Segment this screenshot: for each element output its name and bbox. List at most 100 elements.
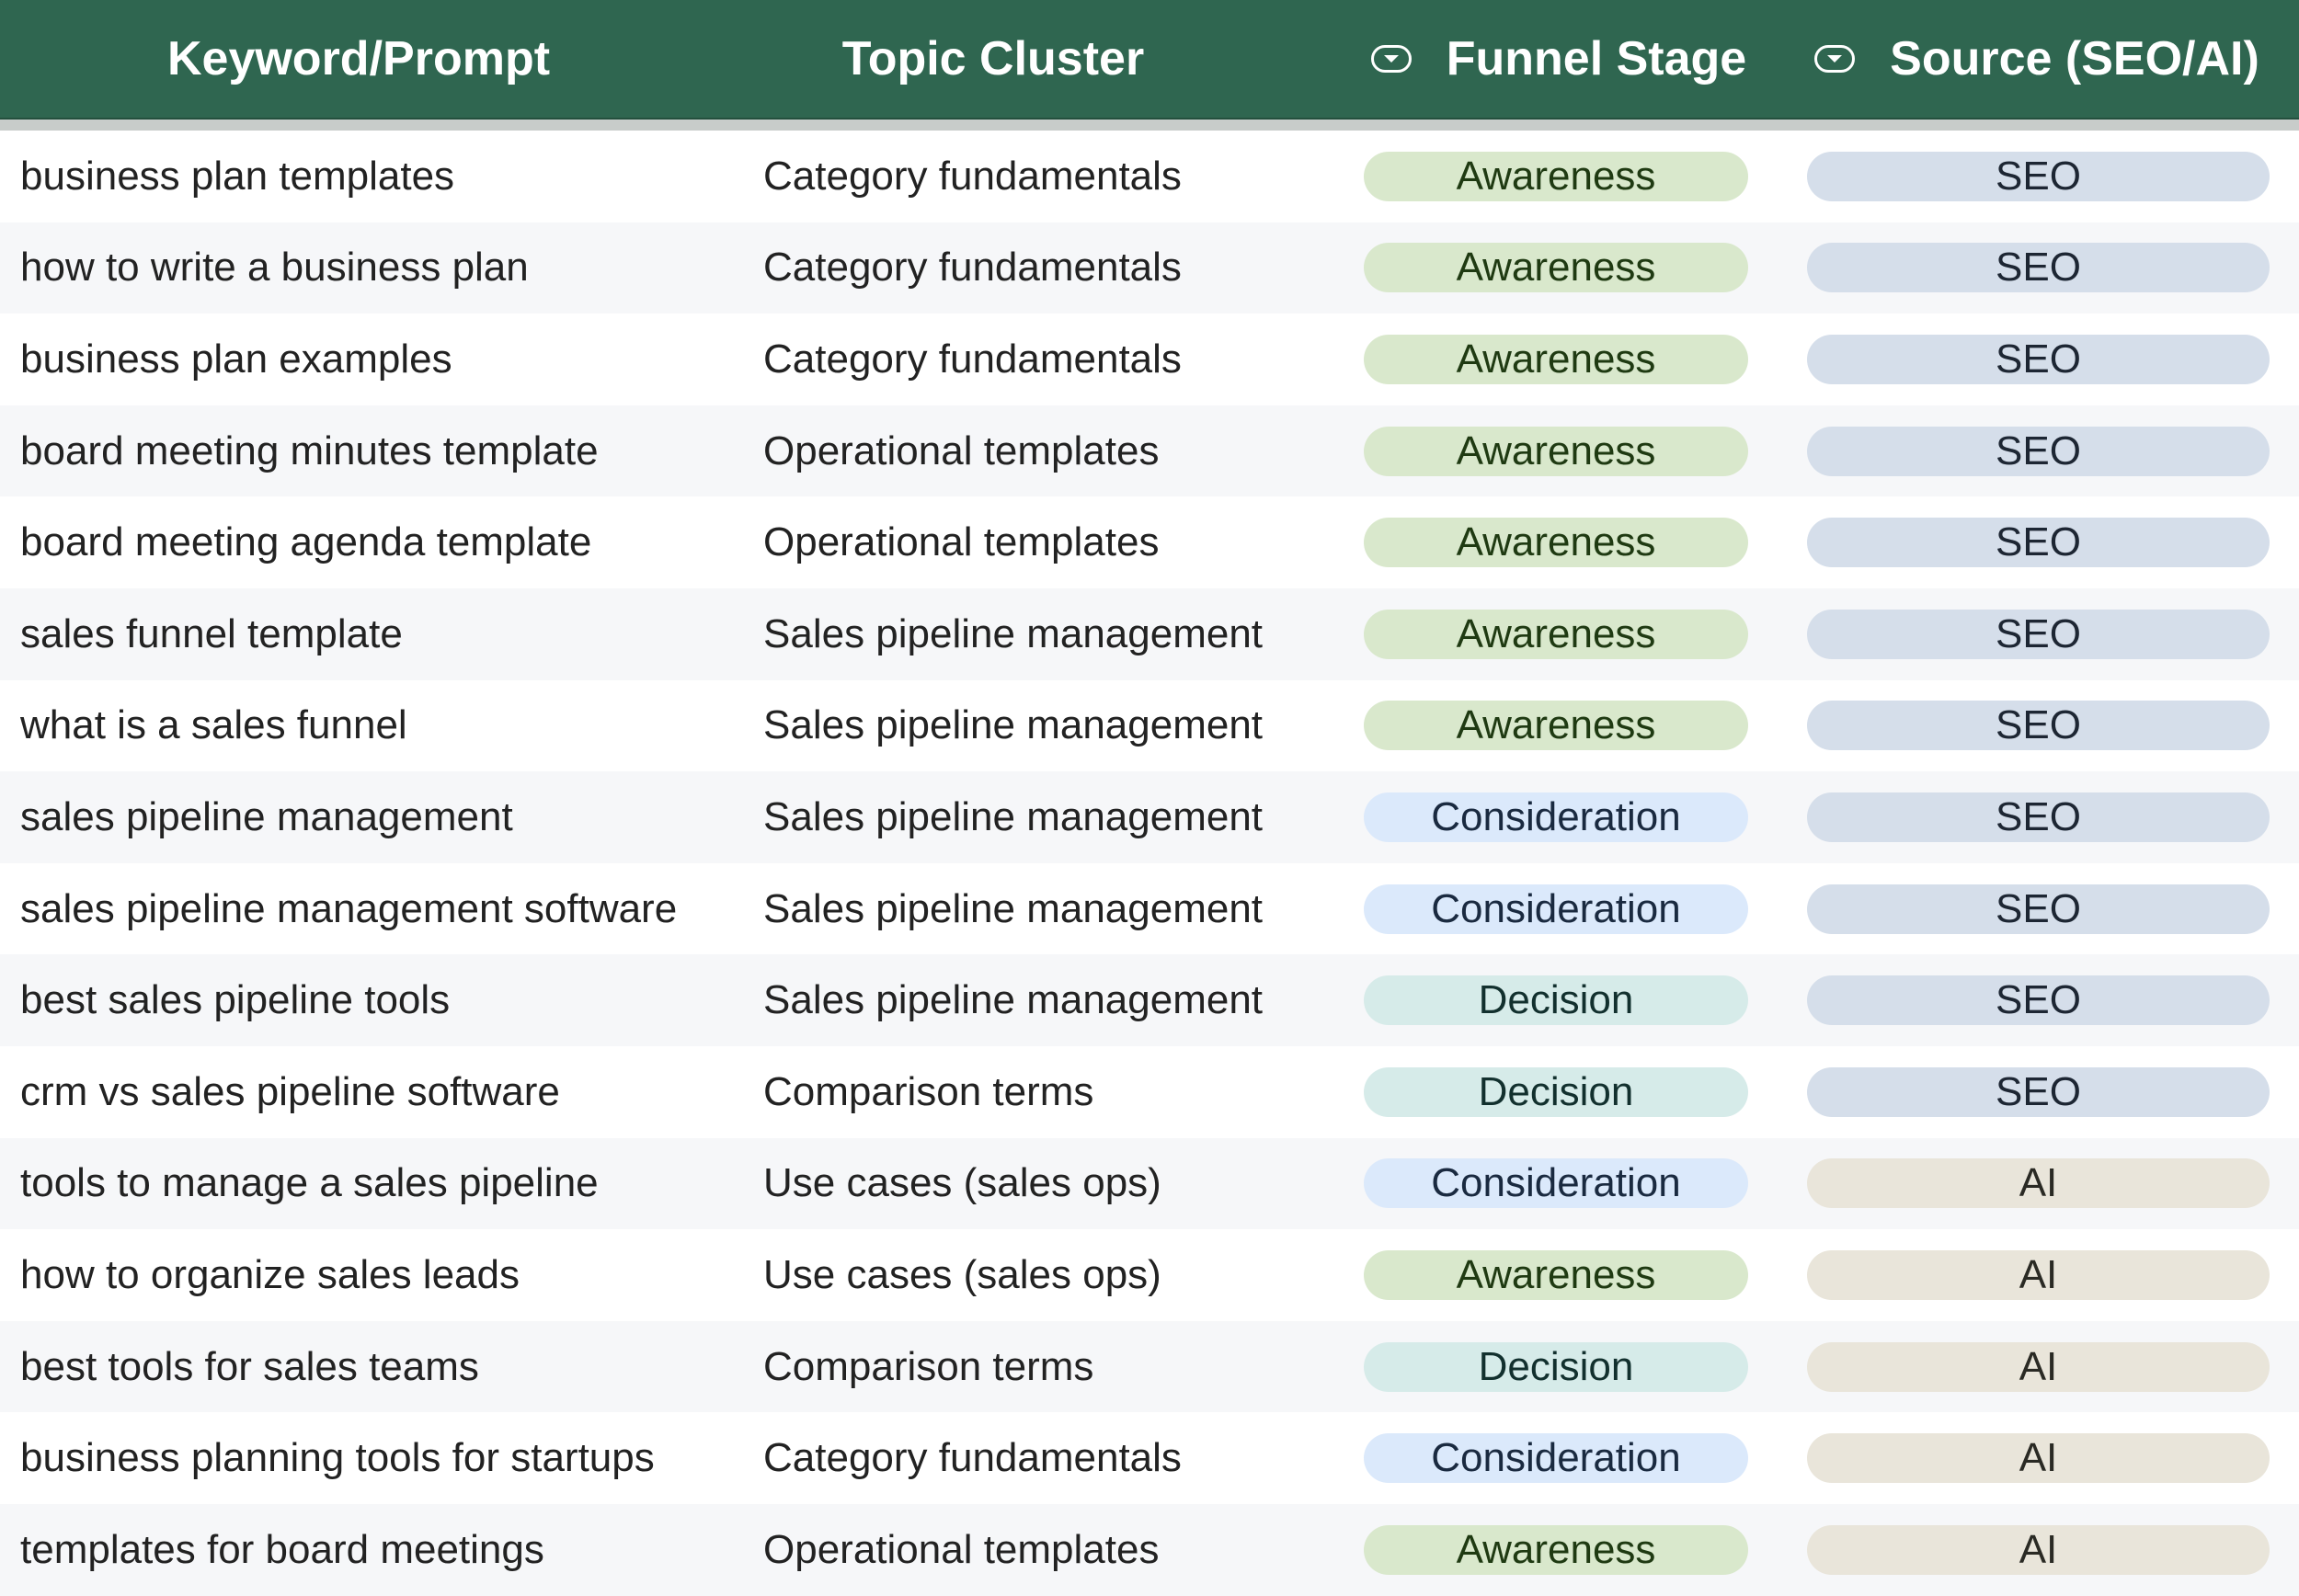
source-chip[interactable]: SEO — [1807, 334, 2270, 384]
source-chip[interactable]: SEO — [1807, 518, 2270, 568]
stage-chip[interactable]: Awareness — [1364, 701, 1748, 751]
source-cell[interactable]: AI — [1807, 1138, 2270, 1230]
stage-cell[interactable]: Awareness — [1364, 680, 1748, 772]
source-cell[interactable]: AI — [1807, 1412, 2270, 1504]
column-header-keyword[interactable]: Keyword/Prompt — [0, 0, 717, 118]
topic-cell[interactable]: Use cases (sales ops) — [763, 1229, 1352, 1321]
topic-cell[interactable]: Sales pipeline management — [763, 771, 1352, 863]
topic-cell[interactable]: Comparison terms — [763, 1046, 1352, 1138]
source-cell[interactable]: AI — [1807, 1229, 2270, 1321]
stage-chip[interactable]: Awareness — [1364, 243, 1748, 293]
keyword-cell[interactable]: sales pipeline management — [20, 771, 747, 863]
keyword-cell[interactable]: business plan examples — [20, 314, 747, 405]
source-cell[interactable]: SEO — [1807, 588, 2270, 680]
topic-cell[interactable]: Use cases (sales ops) — [763, 1138, 1352, 1230]
source-chip[interactable]: SEO — [1807, 243, 2270, 293]
source-cell[interactable]: SEO — [1807, 496, 2270, 588]
source-chip[interactable]: SEO — [1807, 884, 2270, 934]
stage-cell[interactable]: Awareness — [1364, 131, 1748, 222]
stage-cell[interactable]: Awareness — [1364, 1229, 1748, 1321]
keyword-cell[interactable]: tools to manage a sales pipeline — [20, 1138, 747, 1230]
stage-cell[interactable]: Awareness — [1364, 588, 1748, 680]
source-cell[interactable]: SEO — [1807, 680, 2270, 772]
filter-dropdown-icon[interactable] — [1814, 45, 1856, 73]
topic-cell[interactable]: Sales pipeline management — [763, 588, 1352, 680]
source-cell[interactable]: SEO — [1807, 954, 2270, 1046]
topic-cell[interactable]: Comparison terms — [763, 1321, 1352, 1413]
stage-chip[interactable]: Awareness — [1364, 151, 1748, 201]
topic-cell[interactable]: Sales pipeline management — [763, 863, 1352, 955]
source-chip[interactable]: SEO — [1807, 426, 2270, 476]
topic-cell[interactable]: Category fundamentals — [763, 314, 1352, 405]
topic-cell[interactable]: Sales pipeline management — [763, 954, 1352, 1046]
topic-cell[interactable]: Category fundamentals — [763, 222, 1352, 314]
source-chip[interactable]: SEO — [1807, 792, 2270, 842]
keyword-cell[interactable]: how to write a business plan — [20, 222, 747, 314]
source-chip[interactable]: AI — [1807, 1158, 2270, 1209]
stage-chip[interactable]: Consideration — [1364, 1433, 1748, 1484]
source-chip[interactable]: SEO — [1807, 701, 2270, 751]
source-cell[interactable]: SEO — [1807, 863, 2270, 955]
column-header-stage[interactable]: Funnel Stage — [1361, 0, 1756, 118]
stage-chip[interactable]: Consideration — [1364, 1158, 1748, 1209]
stage-chip[interactable]: Decision — [1364, 975, 1748, 1026]
stage-cell[interactable]: Awareness — [1364, 314, 1748, 405]
keyword-cell[interactable]: business planning tools for startups — [20, 1412, 747, 1504]
keyword-cell[interactable]: sales funnel template — [20, 588, 747, 680]
source-cell[interactable]: SEO — [1807, 771, 2270, 863]
stage-cell[interactable]: Awareness — [1364, 496, 1748, 588]
source-cell[interactable]: SEO — [1807, 131, 2270, 222]
stage-chip[interactable]: Decision — [1364, 1341, 1748, 1392]
topic-cell[interactable]: Operational templates — [763, 1504, 1352, 1596]
stage-cell[interactable]: Awareness — [1364, 222, 1748, 314]
stage-chip[interactable]: Awareness — [1364, 518, 1748, 568]
source-chip[interactable]: SEO — [1807, 609, 2270, 659]
stage-cell[interactable]: Awareness — [1364, 405, 1748, 497]
topic-cell[interactable]: Sales pipeline management — [763, 680, 1352, 772]
source-chip[interactable]: SEO — [1807, 151, 2270, 201]
source-chip[interactable]: AI — [1807, 1341, 2270, 1392]
keyword-cell[interactable]: best tools for sales teams — [20, 1321, 747, 1413]
source-chip[interactable]: AI — [1807, 1249, 2270, 1300]
stage-chip[interactable]: Awareness — [1364, 426, 1748, 476]
topic-cell[interactable]: Category fundamentals — [763, 1412, 1352, 1504]
stage-chip[interactable]: Awareness — [1364, 1524, 1748, 1575]
topic-cell[interactable]: Operational templates — [763, 496, 1352, 588]
keyword-cell[interactable]: what is a sales funnel — [20, 680, 747, 772]
source-chip[interactable]: SEO — [1807, 975, 2270, 1026]
source-cell[interactable]: SEO — [1807, 405, 2270, 497]
stage-cell[interactable]: Consideration — [1364, 1412, 1748, 1504]
filter-dropdown-icon[interactable] — [1370, 45, 1412, 73]
source-cell[interactable]: AI — [1807, 1321, 2270, 1413]
stage-chip[interactable]: Consideration — [1364, 792, 1748, 842]
keyword-cell[interactable]: templates for board meetings — [20, 1504, 747, 1596]
keyword-cell[interactable]: sales pipeline management software — [20, 863, 747, 955]
column-header-topic[interactable]: Topic Cluster — [717, 0, 1269, 118]
stage-chip[interactable]: Awareness — [1364, 334, 1748, 384]
source-chip[interactable]: SEO — [1807, 1066, 2270, 1117]
stage-cell[interactable]: Decision — [1364, 1046, 1748, 1138]
keyword-cell[interactable]: board meeting minutes template — [20, 405, 747, 497]
stage-chip[interactable]: Awareness — [1364, 609, 1748, 659]
stage-cell[interactable]: Decision — [1364, 1321, 1748, 1413]
source-cell[interactable]: AI — [1807, 1504, 2270, 1596]
stage-chip[interactable]: Consideration — [1364, 884, 1748, 934]
source-chip[interactable]: AI — [1807, 1433, 2270, 1484]
stage-cell[interactable]: Consideration — [1364, 1138, 1748, 1230]
keyword-cell[interactable]: business plan templates — [20, 131, 747, 222]
keyword-cell[interactable]: board meeting agenda template — [20, 496, 747, 588]
stage-cell[interactable]: Decision — [1364, 954, 1748, 1046]
stage-cell[interactable]: Awareness — [1364, 1504, 1748, 1596]
keyword-cell[interactable]: crm vs sales pipeline software — [20, 1046, 747, 1138]
source-cell[interactable]: SEO — [1807, 314, 2270, 405]
stage-chip[interactable]: Decision — [1364, 1066, 1748, 1117]
topic-cell[interactable]: Operational templates — [763, 405, 1352, 497]
source-cell[interactable]: SEO — [1807, 222, 2270, 314]
source-cell[interactable]: SEO — [1807, 1046, 2270, 1138]
topic-cell[interactable]: Category fundamentals — [763, 131, 1352, 222]
source-chip[interactable]: AI — [1807, 1524, 2270, 1575]
stage-cell[interactable]: Consideration — [1364, 771, 1748, 863]
keyword-cell[interactable]: how to organize sales leads — [20, 1229, 747, 1321]
stage-cell[interactable]: Consideration — [1364, 863, 1748, 955]
keyword-cell[interactable]: best sales pipeline tools — [20, 954, 747, 1046]
